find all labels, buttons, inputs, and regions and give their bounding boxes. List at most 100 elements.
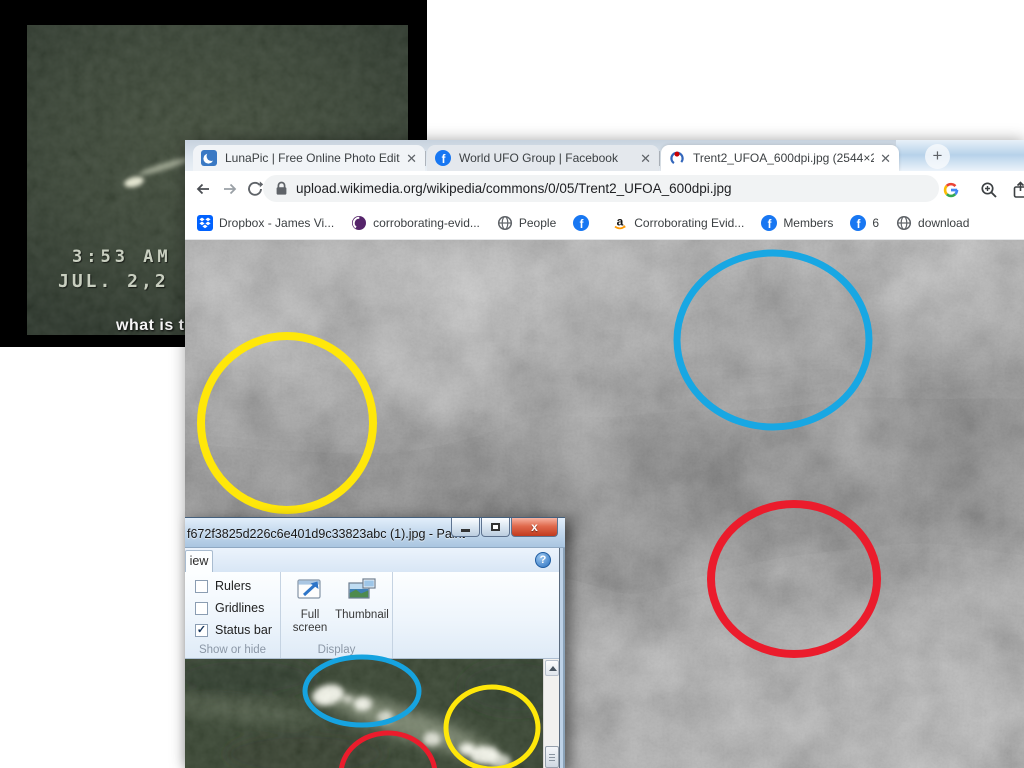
tab-lunapic[interactable]: LunaPic | Free Online Photo Edito ✕ — [193, 145, 425, 171]
checkbox-gridlines[interactable]: ✓ Gridlines — [195, 601, 264, 615]
url-text: upload.wikimedia.org/wikipedia/commons/0… — [296, 181, 731, 196]
paint-canvas[interactable] — [185, 659, 543, 768]
dropbox-icon — [197, 215, 213, 231]
checkbox-label: Rulers — [215, 579, 251, 593]
tab-label: World UFO Group | Facebook — [459, 151, 634, 165]
tab-strip: LunaPic | Free Online Photo Edito ✕ f Wo… — [185, 140, 1024, 171]
screenshot-stage: 3:53 AM JUL. 2,2 what is t LunaPic | Fre… — [0, 0, 1024, 768]
amazon-icon: a — [612, 215, 628, 231]
bookmark-members[interactable]: f Members — [761, 215, 833, 231]
bookmark-corroborating-evid[interactable]: corroborating-evid... — [351, 215, 480, 231]
close-icon: x — [531, 520, 538, 534]
forward-icon[interactable] — [221, 180, 239, 198]
lunapic-icon — [201, 150, 217, 166]
full-screen-button[interactable]: Full screen — [287, 577, 333, 634]
ufo-bright-blob — [123, 175, 145, 190]
thumbnail-button[interactable]: Thumbnail — [333, 577, 391, 622]
svg-text:f: f — [442, 154, 446, 166]
globe-icon — [497, 215, 513, 231]
paint-window-right-frame — [559, 548, 565, 768]
ribbon-group-label: Show or hide — [185, 644, 280, 656]
facebook-icon: f — [435, 150, 451, 166]
tab-close-icon[interactable]: ✕ — [640, 152, 651, 165]
facebook-icon: f — [850, 215, 866, 231]
full-screen-icon — [296, 577, 324, 601]
tab-separator — [425, 151, 426, 166]
bookmark-label: People — [519, 216, 556, 230]
video-timestamp-date: JUL. 2,2 — [58, 271, 169, 292]
tab-separator — [659, 151, 660, 166]
close-button[interactable]: x — [511, 518, 558, 537]
checkbox-label: Gridlines — [215, 601, 264, 615]
back-icon[interactable] — [194, 180, 212, 198]
maximize-button[interactable] — [481, 518, 510, 537]
bookmark-facebook[interactable]: f — [573, 215, 595, 231]
paint-titlebar[interactable]: f672f3825d226c6e401d9c33823abc (1).jpg -… — [185, 517, 565, 548]
lock-icon — [275, 181, 288, 196]
bookmark-label: Members — [783, 216, 833, 230]
paint-window: f672f3825d226c6e401d9c33823abc (1).jpg -… — [185, 517, 565, 768]
paint-vertical-scrollbar[interactable] — [543, 659, 559, 768]
video-timestamp-time: 3:53 AM — [72, 247, 172, 267]
bookmark-label: Corroborating Evid... — [634, 216, 744, 230]
purple-disc-icon — [351, 215, 367, 231]
up-arrow-icon — [549, 666, 557, 671]
thumb-grip — [549, 754, 555, 761]
globe-icon — [896, 215, 912, 231]
tab-label: LunaPic | Free Online Photo Edito — [225, 151, 400, 165]
paint-ribbon-panel: ✓ Rulers ✓ Gridlines ✓ Status bar Show o… — [185, 572, 559, 659]
minimize-button[interactable] — [451, 518, 480, 537]
svg-text:f: f — [768, 219, 772, 231]
bookmark-label: download — [918, 216, 969, 230]
scroll-up-button[interactable] — [545, 660, 559, 676]
share-icon[interactable] — [1013, 181, 1024, 199]
bookmark-label: Dropbox - James Vi... — [219, 216, 334, 230]
svg-text:f: f — [857, 219, 861, 231]
tab-trent2-image-active[interactable]: Trent2_UFOA_600dpi.jpg (2544×2 ✕ — [661, 145, 899, 171]
svg-text:a: a — [617, 215, 624, 229]
bookmark-label: 6 — [872, 216, 879, 230]
checkbox-rulers[interactable]: ✓ Rulers — [195, 579, 251, 593]
ribbon-group-show-or-hide: ✓ Rulers ✓ Gridlines ✓ Status bar Show o… — [185, 572, 281, 658]
help-icon[interactable]: ? — [535, 552, 551, 568]
bookmark-dropbox[interactable]: Dropbox - James Vi... — [197, 215, 334, 231]
button-label: Thumbnail — [333, 609, 391, 622]
checkbox-box[interactable]: ✓ — [195, 580, 208, 593]
ufo-light-trail — [138, 156, 190, 178]
checkbox-label: Status bar — [215, 623, 272, 637]
zoom-icon[interactable] — [980, 181, 998, 199]
video-caption-text: what is t — [116, 317, 185, 335]
facebook-icon: f — [573, 215, 589, 231]
bookmark-label: corroborating-evid... — [373, 216, 480, 230]
ribbon-group-display: Full screen Thumbnail Display — [281, 572, 393, 658]
tab-close-icon[interactable]: ✕ — [406, 152, 417, 165]
button-label: Full screen — [287, 609, 333, 634]
tab-close-icon[interactable]: ✕ — [880, 152, 891, 165]
browser-toolbar: upload.wikimedia.org/wikipedia/commons/0… — [185, 171, 1024, 206]
checkbox-box[interactable]: ✓ — [195, 602, 208, 615]
svg-text:f: f — [580, 219, 584, 231]
paint-canvas-image — [185, 659, 543, 768]
checkbox-box[interactable]: ✓ — [195, 624, 208, 637]
tab-view[interactable]: iew — [185, 550, 213, 572]
facebook-icon: f — [761, 215, 777, 231]
scrollbar-thumb[interactable] — [545, 746, 559, 768]
bookmark-download[interactable]: download — [896, 215, 969, 231]
reload-icon[interactable] — [246, 180, 264, 198]
address-bar[interactable]: upload.wikimedia.org/wikipedia/commons/0… — [263, 175, 939, 202]
new-tab-button[interactable]: + — [925, 144, 950, 169]
checkbox-status-bar[interactable]: ✓ Status bar — [195, 623, 272, 637]
bookmark-people[interactable]: People — [497, 215, 556, 231]
tab-label: Trent2_UFOA_600dpi.jpg (2544×2 — [693, 151, 874, 165]
google-icon[interactable] — [942, 181, 960, 199]
tab-facebook-group[interactable]: f World UFO Group | Facebook ✕ — [427, 145, 659, 171]
bookmark-six[interactable]: f 6 — [850, 215, 879, 231]
ribbon-group-label: Display — [281, 644, 392, 656]
bookmarks-bar: Dropbox - James Vi... corroborating-evid… — [185, 206, 1024, 240]
tabstrip-theme-background — [896, 140, 1024, 171]
bookmark-corroborating-evid-2[interactable]: a Corroborating Evid... — [612, 215, 744, 231]
paint-ribbon-tabrow: iew ? — [185, 548, 559, 572]
thumbnail-icon — [347, 577, 377, 601]
paint-window-title: f672f3825d226c6e401d9c33823abc (1).jpg -… — [187, 527, 465, 541]
wikimedia-icon — [669, 150, 685, 166]
